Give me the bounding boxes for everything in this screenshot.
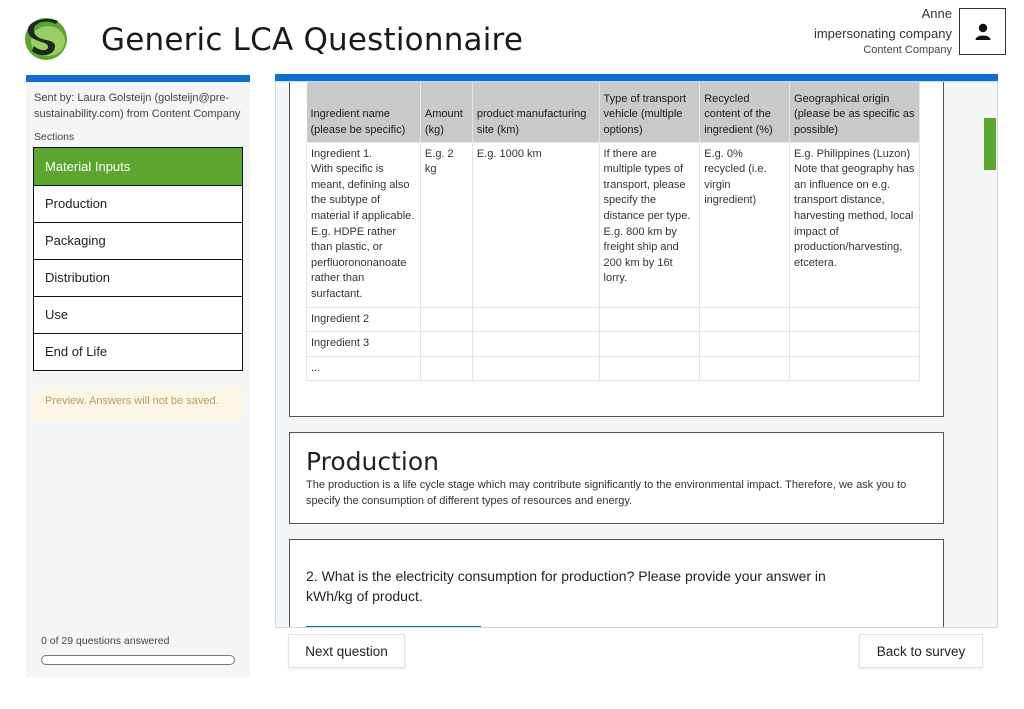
table-cell[interactable] <box>789 331 920 357</box>
app-logo <box>22 14 70 62</box>
table-header-row: Ingredient name (please be specific) Amo… <box>306 82 920 142</box>
app-title: Generic LCA Questionnaire <box>101 22 524 58</box>
company-name: Content Company <box>863 43 952 56</box>
table-row: Ingredient 3 <box>306 331 920 357</box>
table-cell[interactable]: If there are multiple types of transport… <box>598 141 701 308</box>
section-item-production[interactable]: Production <box>34 184 242 222</box>
section-item-packaging[interactable]: Packaging <box>34 221 242 259</box>
ingredients-table: Ingredient name (please be specific) Amo… <box>306 82 920 382</box>
sections-label: Sections <box>34 130 75 143</box>
question-text: 2. What is the electricity consumption f… <box>306 568 826 604</box>
table-cell[interactable] <box>598 306 701 333</box>
table-cell[interactable] <box>419 355 473 382</box>
answer-input[interactable] <box>306 626 481 627</box>
table-row: Ingredient 1. With specific is meant, de… <box>306 141 920 308</box>
material-inputs-card: Ingredient name (please be specific) Amo… <box>289 82 944 417</box>
table-cell[interactable] <box>598 331 701 357</box>
user-info: Anne impersonating company Content Compa… <box>814 6 952 57</box>
table-cell[interactable]: E.g. 1000 km <box>471 141 600 308</box>
main-panel: Ingredient name (please be specific) Amo… <box>275 81 998 628</box>
column-header-ingredient-name: Ingredient name (please be specific) <box>306 82 421 142</box>
table-cell[interactable]: E.g. 0% recycled (i.e. virgin ingredient… <box>699 141 791 308</box>
table-cell[interactable]: Ingredient 2 <box>306 306 421 333</box>
section-item-end-of-life[interactable]: End of Life <box>34 332 242 370</box>
section-title: Production <box>306 447 440 476</box>
column-header-amount: Amount (kg) <box>420 82 473 142</box>
impersonating-label: impersonating company <box>813 26 952 42</box>
main-accent-bar <box>275 74 998 81</box>
table-cell[interactable]: ... <box>306 355 421 382</box>
table-cell[interactable] <box>419 306 473 333</box>
table-cell[interactable] <box>471 306 600 333</box>
production-section-card: Production The production is a life cycl… <box>289 432 944 524</box>
table-cell[interactable]: E.g. Philippines (Luzon) Note that geogr… <box>789 141 920 308</box>
table-cell[interactable]: Ingredient 3 <box>306 331 421 357</box>
table-cell[interactable] <box>699 331 791 357</box>
sidebar: Sent by: Laura Golsteijn (golsteijn@pre-… <box>26 75 250 677</box>
table-cell[interactable]: E.g. 2 kg <box>419 141 473 308</box>
column-header-geographical-origin: Geographical origin (please be as specif… <box>789 82 920 142</box>
table-cell[interactable] <box>789 306 920 333</box>
table-cell[interactable]: Ingredient 1. With specific is meant, de… <box>306 141 421 308</box>
section-list: Material Inputs Production Packaging Dis… <box>33 146 243 371</box>
question-card: 2. What is the electricity consumption f… <box>289 539 944 627</box>
user-icon <box>975 23 990 40</box>
scrollbar-thumb[interactable] <box>984 118 996 170</box>
column-header-recycled-content: Recycled content of the ingredient (%) <box>699 82 791 142</box>
section-description: The production is a life cycle stage whi… <box>306 479 907 507</box>
back-to-survey-button[interactable]: Back to survey <box>859 634 983 668</box>
section-item-distribution[interactable]: Distribution <box>34 258 242 296</box>
table-cell[interactable] <box>471 355 600 382</box>
table-cell[interactable] <box>699 355 791 382</box>
table-row: Ingredient 2 <box>306 306 920 333</box>
table-cell[interactable] <box>419 331 473 357</box>
user-name: Anne <box>921 6 952 21</box>
user-menu-button[interactable] <box>959 8 1006 55</box>
table-cell[interactable] <box>598 355 701 382</box>
scrollbar[interactable] <box>983 91 997 627</box>
table-cell[interactable] <box>471 331 600 357</box>
next-question-button[interactable]: Next question <box>288 634 405 668</box>
progress-text: 0 of 29 questions answered <box>41 635 170 647</box>
section-item-material-inputs[interactable]: Material Inputs <box>34 147 242 185</box>
sent-by-text: Sent by: Laura Golsteijn (golsteijn@pre-… <box>34 92 241 120</box>
table-row: ... <box>306 355 920 382</box>
table-cell[interactable] <box>789 355 920 382</box>
table-cell[interactable] <box>699 306 791 333</box>
progress-bar <box>41 655 235 665</box>
column-header-transport-vehicle: Type of transport vehicle (multiple opti… <box>599 82 701 142</box>
section-item-use[interactable]: Use <box>34 295 242 333</box>
preview-notice: Preview. Answers will not be saved. <box>33 386 243 421</box>
column-header-manufacturing-site: product manufacturing site (km) <box>472 82 600 142</box>
